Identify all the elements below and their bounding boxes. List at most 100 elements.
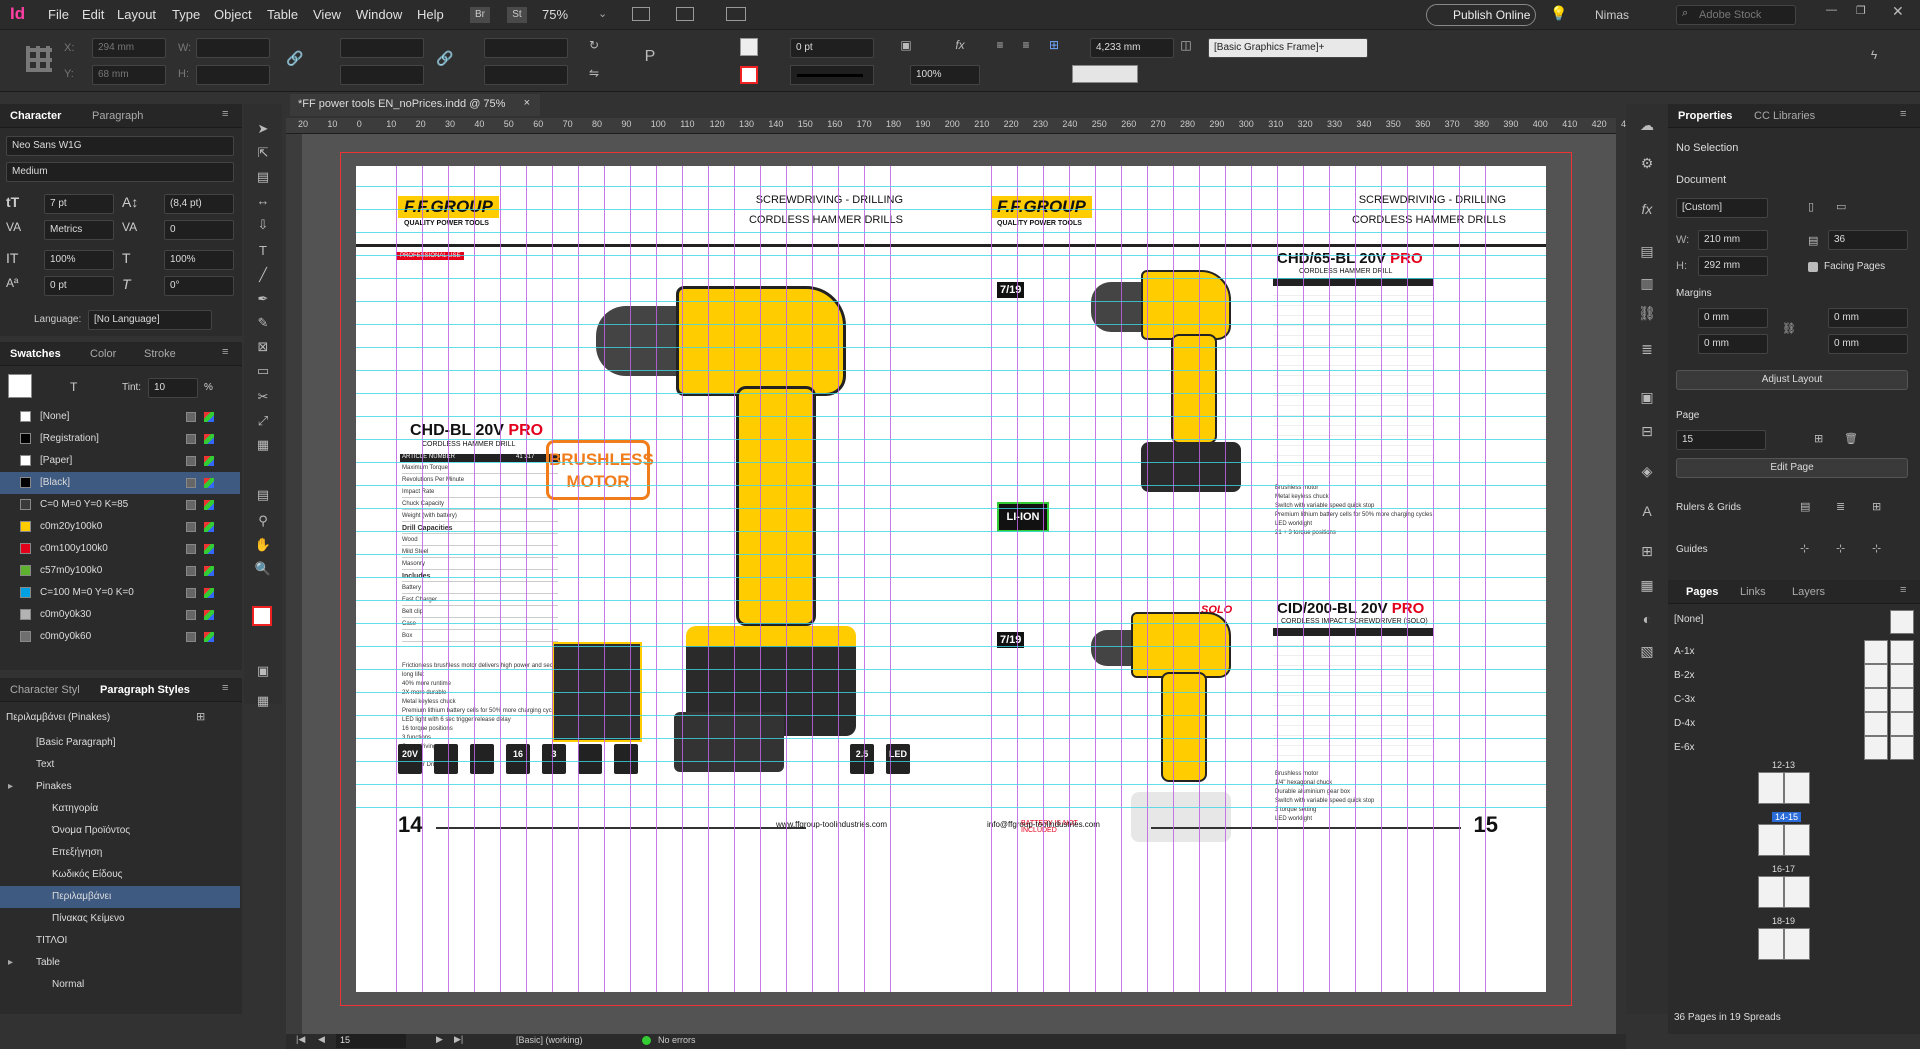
paragraph-style-item[interactable]: Text [0, 754, 240, 776]
tracking-field[interactable]: 0 [164, 220, 234, 240]
font-family-select[interactable]: Neo Sans W1G [6, 136, 234, 156]
spread-item[interactable]: 18-19 [1758, 916, 1818, 964]
tint-field[interactable]: 10 [148, 378, 198, 398]
fill-stroke-proxy[interactable] [8, 374, 32, 398]
paragraph-style-item[interactable]: Κατηγορία [0, 798, 240, 820]
paragraph-style-item[interactable]: ΤΙΤΛΟΙ [0, 930, 240, 952]
fx-icon[interactable]: fx [950, 38, 970, 52]
eyedropper-tool-icon[interactable]: ⚲ [252, 510, 274, 532]
hand-tool-icon[interactable]: ✋ [252, 534, 274, 556]
spread-thumb-right[interactable] [1784, 824, 1810, 856]
master-thumb[interactable] [1864, 712, 1888, 736]
spread-thumb-right[interactable] [1784, 772, 1810, 804]
shear-field[interactable] [484, 65, 568, 85]
publish-online-button[interactable]: Publish Online [1426, 4, 1536, 26]
menu-edit[interactable]: Edit [82, 7, 104, 22]
scale-x-field[interactable] [340, 38, 424, 58]
pen-tool-icon[interactable]: ✒ [252, 288, 274, 310]
panel-menu-icon[interactable]: ≡ [222, 108, 228, 120]
master-thumb[interactable] [1890, 736, 1914, 760]
document-tab[interactable]: *FF power tools EN_noPrices.indd @ 75% × [290, 94, 540, 116]
rotation-field[interactable] [484, 38, 568, 58]
horizontal-scale-field[interactable]: 100% [164, 250, 234, 270]
transform-tool-icon[interactable]: ⤢ [252, 410, 274, 432]
smart-guides-icon[interactable]: ⊹ [1836, 542, 1845, 555]
tab-pages[interactable]: Pages [1686, 586, 1718, 598]
language-select[interactable]: [No Language] [88, 310, 212, 330]
tab-character[interactable]: Character [10, 110, 61, 122]
minimize-icon[interactable]: — [1826, 4, 1837, 16]
master-page-item[interactable]: B-2x [1668, 664, 1920, 688]
type-tool-icon[interactable]: T [252, 240, 274, 262]
close-tab-icon[interactable]: × [524, 97, 530, 109]
paragraph-style-item[interactable]: Περιλαμβάνει [0, 886, 240, 908]
zoom-tool-icon[interactable]: 🔍 [252, 558, 274, 580]
swatch-row[interactable]: c57m0y100k0 [0, 560, 240, 582]
w-field[interactable] [196, 38, 270, 58]
opacity-field[interactable]: 100% [910, 65, 980, 85]
paragraph-style-item[interactable]: ▸ Table [0, 952, 240, 974]
landscape-icon[interactable]: ▭ [1836, 200, 1846, 213]
select-container-icon[interactable]: P [640, 48, 660, 66]
leading-field[interactable]: (8,4 pt) [164, 194, 234, 214]
next-page-icon[interactable]: ▶ [436, 1034, 443, 1045]
rotate-icon[interactable]: ↻ [584, 38, 604, 52]
menu-help[interactable]: Help [417, 7, 444, 22]
close-icon[interactable]: ✕ [1892, 3, 1904, 20]
rectangle-tool-icon[interactable]: ▭ [252, 360, 274, 382]
menu-table[interactable]: Table [267, 7, 298, 22]
master-thumb[interactable] [1864, 640, 1888, 664]
folder-icon[interactable]: ▸ [8, 957, 13, 968]
master-thumb[interactable] [1864, 736, 1888, 760]
y-field[interactable]: 68 mm [92, 65, 166, 85]
facing-pages-checkbox[interactable] [1808, 262, 1818, 272]
new-style-icon[interactable]: ⊞ [196, 710, 205, 723]
constrain-scale-icon[interactable]: 🔗 [436, 50, 453, 67]
links-icon[interactable]: ⛓ [1632, 300, 1662, 326]
frame-tool-icon[interactable]: ⊠ [252, 336, 274, 358]
flip-icon[interactable]: ⇋ [584, 66, 604, 80]
frame-fitting-icon[interactable]: ▣ [896, 38, 916, 52]
vertical-ruler[interactable] [286, 134, 302, 1034]
align-center-icon[interactable]: ≡ [1016, 38, 1036, 52]
swatch-row[interactable]: [Registration] [0, 428, 240, 450]
font-size-field[interactable]: 7 pt [44, 194, 114, 214]
zoom-level[interactable]: 75% [542, 7, 568, 22]
menu-file[interactable]: File [48, 7, 69, 22]
master-thumb[interactable] [1890, 712, 1914, 736]
align-left-icon[interactable]: ≡ [990, 38, 1010, 52]
color-icon[interactable]: ◐ [1632, 606, 1662, 632]
stock-search-input[interactable]: Adobe Stock [1676, 5, 1796, 25]
tab-links[interactable]: Links [1740, 586, 1766, 598]
swatch-row[interactable]: C=100 M=0 Y=0 K=0 [0, 582, 240, 604]
edit-page-button[interactable]: Edit Page [1676, 458, 1908, 478]
master-page-item[interactable]: E-6x [1668, 736, 1920, 760]
table-icon[interactable]: ⊞ [1632, 538, 1662, 564]
page-width-field[interactable]: 210 mm [1698, 230, 1768, 250]
paragraph-style-item[interactable]: Πίνακας Κείμενο [0, 908, 240, 930]
master-page-item[interactable]: A-1x [1668, 640, 1920, 664]
kerning-field[interactable]: Metrics [44, 220, 114, 240]
swatch-row[interactable]: C=0 M=0 Y=0 K=85 [0, 494, 240, 516]
swatch-row[interactable]: [Black] [0, 472, 240, 494]
master-thumb[interactable] [1890, 688, 1914, 712]
new-page-icon[interactable]: ⊞ [1814, 432, 1823, 445]
margin-bottom-field[interactable]: 0 mm [1698, 334, 1768, 354]
vertical-scale-field[interactable]: 100% [44, 250, 114, 270]
view-options-icon[interactable] [676, 7, 694, 21]
baseline-grid-icon[interactable]: ≣ [1836, 500, 1845, 513]
scale-y-field[interactable] [340, 65, 424, 85]
cc-libraries-icon[interactable]: ☁ [1632, 112, 1662, 138]
spread-thumb-right[interactable] [1784, 928, 1810, 960]
adjust-layout-button[interactable]: Adjust Layout [1676, 370, 1908, 390]
prev-page-icon[interactable]: ◀ [318, 1034, 325, 1045]
spread-thumb-left[interactable] [1758, 876, 1784, 908]
page-15[interactable]: F.F.GROUP QUALITY POWER TOOLS SCREWDRIVI… [951, 166, 1546, 992]
portrait-icon[interactable]: ▯ [1808, 200, 1814, 213]
paragraph-style-item[interactable]: Κωδικός Είδους [0, 864, 240, 886]
master-page-item[interactable]: C-3x [1668, 688, 1920, 712]
preflight-profile[interactable]: [Basic] (working) [516, 1035, 583, 1045]
x-field[interactable]: 294 mm [92, 38, 166, 58]
distribute-icon[interactable]: ⊞ [1044, 38, 1064, 52]
character-styles-icon[interactable]: A [1632, 498, 1662, 524]
